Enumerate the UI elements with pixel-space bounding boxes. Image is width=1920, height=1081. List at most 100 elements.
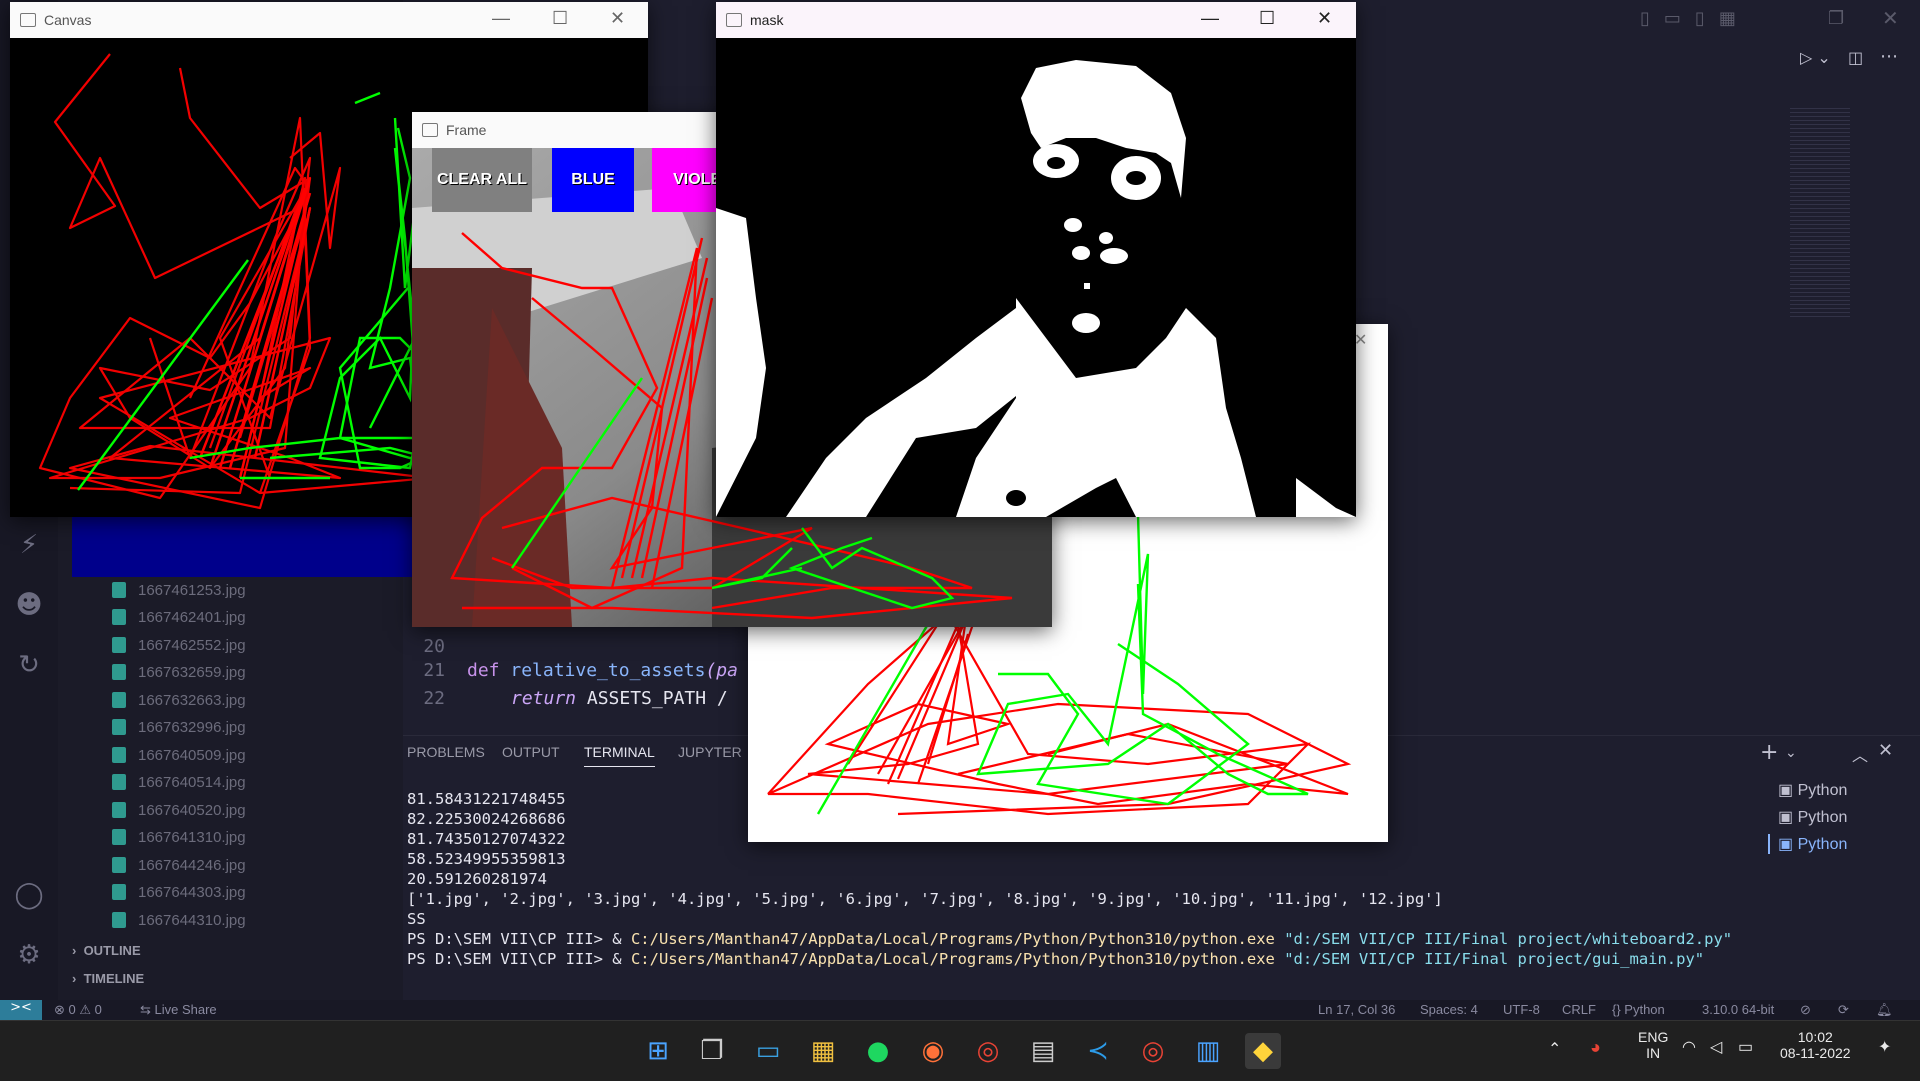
wifi-icon[interactable]: ◠ xyxy=(1682,1037,1696,1057)
image-file-icon xyxy=(112,857,126,873)
problems-indicator[interactable]: ⊗ 0 ⚠ 0 xyxy=(54,1002,102,1018)
prompt: PS D:\SEM VII\CP III> & xyxy=(407,930,631,948)
tab-jupyter[interactable]: JUPYTER xyxy=(678,744,742,760)
remote-icon[interactable]: >< xyxy=(0,1000,42,1020)
close-icon[interactable]: ✕ xyxy=(1317,8,1332,29)
terminal-instance-active[interactable]: ▣ Python xyxy=(1768,834,1847,854)
more-actions-icon[interactable]: ⋯ xyxy=(1880,46,1898,67)
clock-date: 08-11-2022 xyxy=(1780,1045,1851,1061)
encoding[interactable]: UTF-8 xyxy=(1503,1002,1540,1017)
layout-controls[interactable]: ▯▭▯▦ xyxy=(1640,8,1750,29)
list-item[interactable]: 1667640509.jpg xyxy=(112,743,246,767)
title-bar[interactable]: Canvas — ☐ ✕ xyxy=(10,2,648,38)
function-name: relative_to_assets xyxy=(510,660,706,681)
minimize-icon[interactable]: — xyxy=(492,8,510,29)
list-item[interactable]: 1667632663.jpg xyxy=(112,688,246,712)
window-icon xyxy=(726,13,742,27)
list-item[interactable]: 1667641310.jpg xyxy=(112,825,246,849)
run-icon[interactable]: ▷ ⌄ xyxy=(1800,48,1831,67)
list-item[interactable]: 1667640520.jpg xyxy=(112,798,246,822)
cursor-position[interactable]: Ln 17, Col 36 xyxy=(1318,1002,1395,1017)
file-name: 1667644246.jpg xyxy=(138,856,246,874)
task-view-icon[interactable]: ❐ xyxy=(694,1033,730,1069)
list-item[interactable]: 1667644310.jpg xyxy=(112,908,246,932)
tab-problems[interactable]: PROBLEMS xyxy=(407,744,485,760)
terminal-output-line: 81.58431221748455 xyxy=(407,790,566,808)
close-icon[interactable]: ✕ xyxy=(610,8,625,29)
language-mode[interactable]: {} Python xyxy=(1612,1002,1665,1017)
python-icon[interactable]: ◆ xyxy=(1245,1033,1281,1069)
chevron-down-icon[interactable]: ⌄ xyxy=(1785,745,1797,761)
code-line-21[interactable]: 21 def relative_to_assets(pa xyxy=(403,660,738,681)
code-line-20[interactable]: 20 xyxy=(403,636,467,657)
language-indicator[interactable]: ENG IN xyxy=(1638,1029,1668,1061)
gear-icon[interactable]: ⚙ xyxy=(12,940,46,974)
file-name: 1667640514.jpg xyxy=(138,773,246,791)
line-ending[interactable]: CRLF xyxy=(1562,1002,1596,1017)
tab-terminal[interactable]: TERMINAL xyxy=(584,744,655,767)
close-icon[interactable]: ✕ xyxy=(1354,330,1367,349)
terminal-icon[interactable]: ▤ xyxy=(1025,1033,1061,1069)
robot-icon[interactable]: ☻ xyxy=(12,590,46,624)
new-terminal-icon[interactable]: + xyxy=(1760,740,1778,765)
list-item[interactable]: 1667462552.jpg xyxy=(112,633,246,657)
indentation[interactable]: Spaces: 4 xyxy=(1420,1002,1478,1017)
list-item[interactable]: 1667640514.jpg xyxy=(112,770,246,794)
terminal-label: Python xyxy=(1797,836,1848,853)
mask-image[interactable] xyxy=(716,38,1356,517)
file-name: 1667632663.jpg xyxy=(138,691,246,709)
list-item[interactable]: 1667461253.jpg xyxy=(112,578,246,602)
clock[interactable]: 10:02 08-11-2022 xyxy=(1780,1029,1851,1061)
list-item[interactable]: 1667644303.jpg xyxy=(112,880,246,904)
lightning-icon[interactable]: ⚡ xyxy=(12,530,46,564)
battery-icon[interactable]: ▭ xyxy=(1738,1037,1753,1057)
list-item[interactable]: 1667632659.jpg xyxy=(112,660,246,684)
timeline-section[interactable]: › TIMELINE xyxy=(72,971,144,986)
close-panel-icon[interactable]: ✕ xyxy=(1878,740,1893,761)
bell-icon[interactable]: 🔔︎ xyxy=(1876,1002,1893,1018)
list-item[interactable]: 1667462401.jpg xyxy=(112,605,246,629)
notepad-icon[interactable]: ▥ xyxy=(1190,1033,1226,1069)
account-icon[interactable]: ◯ xyxy=(12,880,46,914)
notification-icon[interactable]: ✦ xyxy=(1878,1037,1891,1057)
firefox-icon[interactable]: ◉ xyxy=(915,1033,951,1069)
list-item[interactable]: 1667644246.jpg xyxy=(112,853,246,877)
store-icon[interactable]: ▦ xyxy=(805,1033,841,1069)
restore-icon[interactable]: ❐ xyxy=(1828,8,1844,29)
feedback-icon[interactable]: ⟳ xyxy=(1838,1002,1849,1018)
start-icon[interactable]: ⊞ xyxy=(640,1033,676,1069)
minimize-icon[interactable]: — xyxy=(1201,8,1219,29)
tray-app-icon[interactable]: ◕ xyxy=(1590,1037,1601,1058)
outline-section[interactable]: › OUTLINE xyxy=(72,943,141,958)
chrome-profile-icon[interactable]: ◎ xyxy=(1135,1033,1171,1069)
list-item[interactable]: 1667632996.jpg xyxy=(112,715,246,739)
close-icon[interactable]: ✕ xyxy=(1882,6,1899,30)
vscode-icon[interactable]: ≺ xyxy=(1080,1033,1116,1069)
volume-icon[interactable]: ◁ xyxy=(1710,1037,1722,1057)
maximize-icon[interactable]: ☐ xyxy=(552,8,568,29)
live-share-button[interactable]: ⇆ Live Share xyxy=(140,1002,217,1018)
chrome-icon[interactable]: ◎ xyxy=(970,1033,1006,1069)
title-bar[interactable]: mask — ☐ ✕ xyxy=(716,2,1356,38)
language-label: Python xyxy=(1624,1002,1665,1017)
terminal-icon: ▣ xyxy=(1778,782,1798,799)
terminal-label: Python xyxy=(1797,782,1848,799)
terminal-instance[interactable]: ▣ Python xyxy=(1778,780,1847,800)
minimap[interactable] xyxy=(1790,105,1850,320)
code-line-22[interactable]: 22 return ASSETS_PATH / xyxy=(403,688,728,709)
copilot-icon[interactable]: ⊘ xyxy=(1800,1002,1811,1018)
chevron-up-icon[interactable]: ⌃ xyxy=(1548,1039,1561,1059)
maximize-icon[interactable]: ☐ xyxy=(1259,8,1275,29)
return-expression: ASSETS_PATH / xyxy=(576,688,728,709)
live-share-icon[interactable]: ↻ xyxy=(12,650,46,684)
maximize-panel-icon[interactable]: ︿ xyxy=(1852,742,1868,766)
split-editor-icon[interactable]: ◫ xyxy=(1848,48,1863,67)
live-share-icon: ⇆ xyxy=(140,1002,155,1017)
python-interpreter[interactable]: 3.10.0 64-bit xyxy=(1702,1002,1774,1017)
file-name: 1667462401.jpg xyxy=(138,608,246,626)
mask-window[interactable]: mask — ☐ ✕ xyxy=(716,2,1356,517)
tab-output[interactable]: OUTPUT xyxy=(502,744,560,760)
desktop-icon[interactable]: ▭ xyxy=(750,1033,786,1069)
spotify-icon[interactable]: ● xyxy=(860,1033,896,1069)
terminal-instance[interactable]: ▣ Python xyxy=(1778,807,1847,827)
